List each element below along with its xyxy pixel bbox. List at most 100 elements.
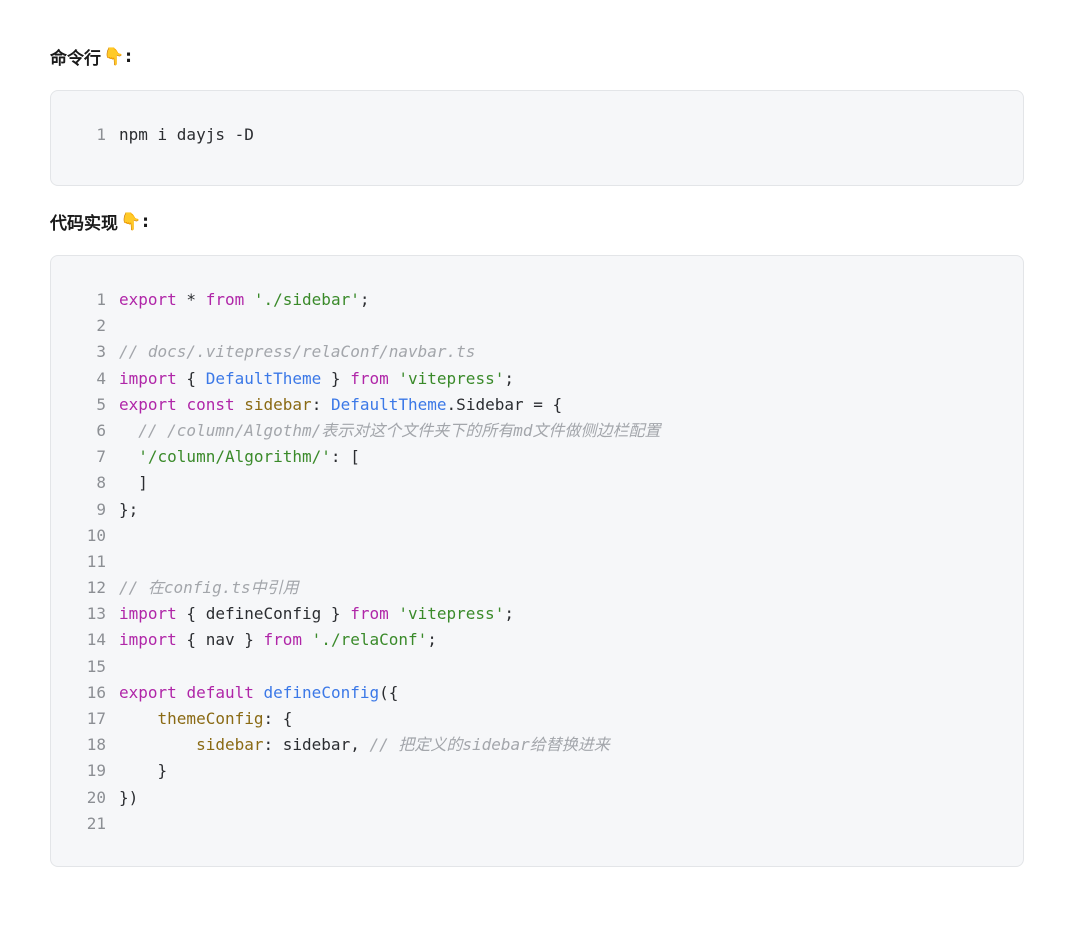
code-token: }) [119,787,139,807]
code-lines: 1 npm i dayjs -D [51,122,1023,148]
code-text: } [106,758,168,784]
code-text: // /column/Algothm/表示对这个文件夹下的所有md文件做侧边栏配… [106,418,661,444]
code-token: from [350,368,389,388]
code-line: 18 sidebar: sidebar, // 把定义的sidebar给替换进来 [51,732,1023,758]
command-line-heading: 命令行 👇 : [50,44,132,70]
line-number: 17 [86,709,106,728]
code-line: 2 [51,313,1023,339]
line-number: 18 [86,735,106,755]
heading-colon: : [142,211,149,232]
code-token: from [263,630,303,650]
code-line: 15 [51,654,1023,680]
code-token: ; [504,368,514,388]
line-number: 20 [86,787,106,807]
pointing-down-hand-icon: 👇 [103,46,125,67]
code-token: '/column/Algorithm/' [138,447,331,467]
code-token: from [205,290,245,309]
code-token: : [311,394,331,414]
code-token: import [119,604,177,624]
code-token: : { [263,709,293,728]
code-text: export const sidebar: DefaultTheme.Sideb… [106,392,562,418]
code-line: 5 export const sidebar: DefaultTheme.Side… [51,392,1023,418]
line-number: 9 [96,499,106,519]
code-text: sidebar: sidebar, // 把定义的sidebar给替换进来 [106,732,610,758]
code-text: themeConfig: { [106,706,293,732]
code-line: 9}; [51,497,1023,523]
heading-colon: : [125,46,132,67]
code-text: }; [106,497,138,523]
line-number: 21 [86,813,106,833]
line-number: 3 [96,342,106,362]
code-token: ] [119,473,148,493]
code-token: sidebar [196,735,264,755]
code-line: 11 [51,549,1023,575]
code-token: } [119,761,168,781]
code-line: 12 // 在config.ts中引用 [51,575,1023,601]
code-line: 16 export default defineConfig({ [51,680,1023,706]
code-token: export [119,290,177,309]
heading-title: 命令行 [50,49,101,69]
code-line: 6 // /column/Algothm/表示对这个文件夹下的所有md文件做侧边… [51,418,1023,444]
code-token: DefaultTheme [205,368,322,388]
code-token: import [119,630,177,650]
code-line: 1 npm i dayjs -D [51,122,1023,148]
code-lines: 1 export * from './sidebar'; 2 3// docs/.vi… [51,287,1023,837]
code-text: import { DefaultTheme } from 'vitepress'… [106,366,514,392]
code-text: // docs/.vitepress/relaConf/navbar.ts [106,339,475,365]
line-number: 14 [86,630,106,650]
code-token: './relaConf' [311,630,428,650]
code-token: ; [427,630,437,650]
code-token: * [176,290,206,309]
code-token: // 在config.ts中引用 [119,578,299,598]
line-number: 6 [96,420,106,440]
code-token: : [ [330,447,360,467]
code-line: 13 import { defineConfig } from 'vitepres… [51,601,1023,627]
code-token: { nav } [176,630,264,650]
code-token: const [186,394,235,414]
code-text: export * from './sidebar'; [106,287,369,313]
implementation-code-block[interactable]: 1 export * from './sidebar'; 2 3// docs/.vi… [50,255,1024,867]
code-token: // 把定义的sidebar给替换进来 [369,735,610,755]
code-token: sidebar [244,394,312,414]
code-line: 17 themeConfig: { [51,706,1023,732]
line-number: 1 [96,125,106,144]
code-line: 4 import { DefaultTheme } from 'vitepress… [51,366,1023,392]
heading-title: 代码实现 [50,214,118,234]
code-token: ; [504,604,514,624]
code-implementation-heading: 代码实现 👇 : [50,209,149,235]
code-token: from [350,604,389,624]
code-line: 10 [51,523,1023,549]
code-token: : sidebar, [263,735,370,755]
line-number: 19 [86,761,106,781]
code-token: } [321,368,351,388]
code-text: '/column/Algorithm/': [ [106,444,360,470]
code-line: 1 export * from './sidebar'; [51,287,1023,313]
code-line: 7 '/column/Algorithm/': [ [51,444,1023,470]
code-token: // /column/Algothm/表示对这个文件夹下的所有md文件做侧边栏配… [138,420,661,440]
code-token: .Sidebar = { [446,394,563,414]
command-code-block[interactable]: 1 npm i dayjs -D [50,90,1024,186]
code-token: ; [359,290,370,309]
pointing-down-hand-icon: 👇 [120,211,142,232]
code-line: 8 ] [51,470,1023,496]
code-token: { defineConfig } [176,604,351,624]
line-number: 5 [96,394,106,414]
line-number: 8 [96,473,106,493]
code-token: ({ [379,682,399,702]
line-number: 15 [86,656,106,676]
code-token: import [119,368,177,388]
code-line: 14 import { nav } from './relaConf'; [51,627,1023,653]
code-text: import { defineConfig } from 'vitepress'… [106,601,514,627]
